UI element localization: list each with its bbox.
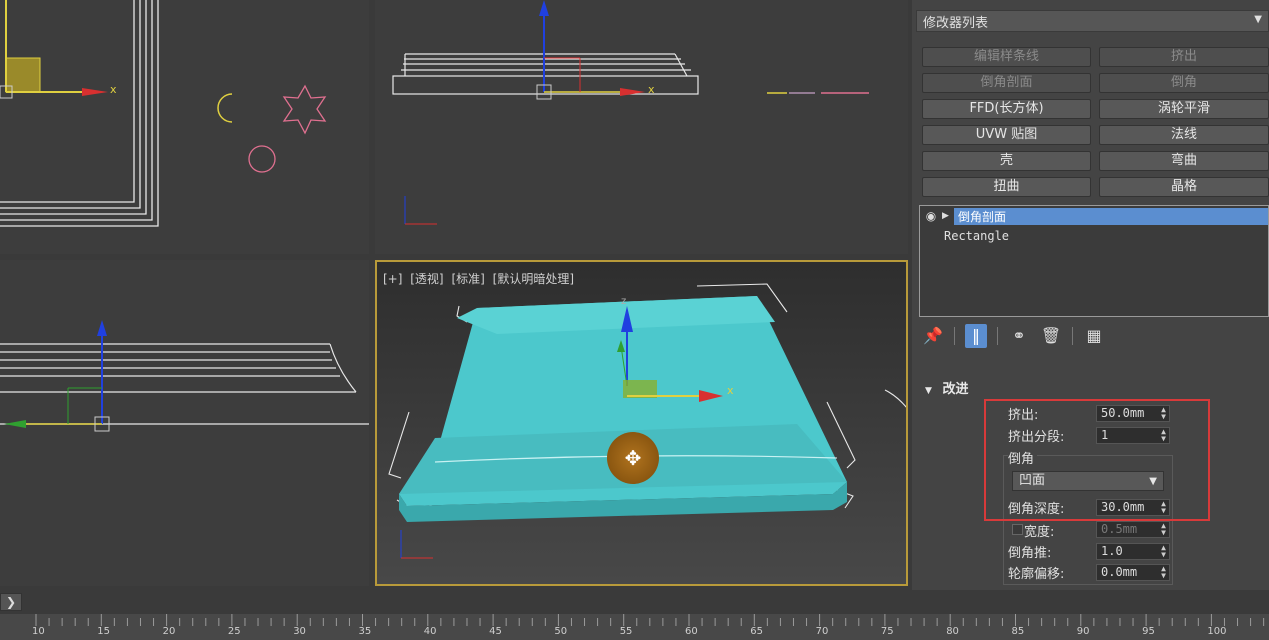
toolbar-divider: [954, 327, 955, 345]
remove-modifier-icon[interactable]: 🗑: [1040, 324, 1062, 348]
bevel-push-label: 倒角推:: [1008, 546, 1052, 561]
chevron-down-icon: ▼: [1254, 14, 1262, 25]
modifier-ffd-box-button[interactable]: FFD(长方体): [922, 99, 1091, 119]
stack-item-bevel-profile[interactable]: ◉ ▶ 倒角剖面: [920, 206, 1268, 226]
contour-offset-label: 轮廓偏移:: [1008, 567, 1065, 582]
spinner-arrows-icon[interactable]: ▲ ▼: [1161, 522, 1166, 537]
perspective-viewport-canvas: [388, 283, 906, 559]
ruler-tick-label: 85: [1011, 626, 1025, 637]
modifier-bevel-button[interactable]: 倒角: [1099, 73, 1269, 93]
ruler-ticks: [35, 614, 1265, 626]
configure-sets-icon[interactable]: ▦: [1083, 324, 1105, 348]
rollout-improve-header[interactable]: ▼ 改进: [919, 378, 1269, 398]
ruler-tick-label: 95: [1142, 626, 1155, 637]
modifier-normal-button[interactable]: 法线: [1099, 125, 1269, 145]
width-value: 0.5mm: [1101, 522, 1138, 536]
ruler-tick-label: 25: [227, 626, 241, 637]
show-end-result-icon[interactable]: ‖: [965, 324, 987, 348]
collapse-triangle-icon: ▼: [925, 386, 932, 396]
viewport-top[interactable]: x: [0, 0, 369, 254]
ruler-tick-label: 70: [815, 626, 829, 637]
modifier-bevel-profile-button[interactable]: 倒角剖面: [922, 73, 1091, 93]
rollout-title: 改进: [942, 382, 969, 397]
ruler-tick-label: 100: [1207, 626, 1227, 637]
ruler-tick-label: 10: [32, 626, 45, 637]
viewport-front[interactable]: x: [375, 0, 908, 254]
left-viewport-canvas: [0, 320, 369, 432]
axis-label-x: x: [648, 83, 655, 96]
ruler-tick-label: 90: [1076, 626, 1090, 637]
expand-triangle-icon[interactable]: ▶: [942, 211, 954, 221]
stack-toolbar: 📌 ‖ ⚭ 🗑 ▦: [922, 324, 1105, 348]
bevel-push-value: 1.0: [1101, 544, 1123, 558]
ruler-tick-label: 45: [489, 626, 502, 637]
contour-offset-spinner[interactable]: 0.0mm ▲ ▼: [1096, 564, 1170, 581]
ruler-tick-label: 20: [162, 626, 176, 637]
modifier-lattice-button[interactable]: 晶格: [1099, 177, 1269, 197]
modifier-list-dropdown[interactable]: 修改器列表 ▼: [916, 10, 1269, 32]
contour-offset-value: 0.0mm: [1101, 565, 1138, 579]
modifier-shell-button[interactable]: 壳: [922, 151, 1091, 171]
modifier-turbosmooth-button[interactable]: 涡轮平滑: [1099, 99, 1269, 119]
command-panel: 修改器列表 ▼ 编辑样条线 挤出 倒角剖面 倒角 FFD(长方体) 涡轮平滑 U…: [912, 0, 1269, 590]
viewport-label-bar: [+] [透视] [标准] [默认明暗处理]: [383, 270, 578, 287]
modifier-bend-button[interactable]: 弯曲: [1099, 151, 1269, 171]
ruler-tick-label: 65: [750, 626, 764, 637]
make-unique-icon[interactable]: ⚭: [1008, 324, 1030, 348]
modifier-list-label: 修改器列表: [923, 16, 989, 31]
ruler-tick-label: 50: [554, 626, 568, 637]
pin-stack-icon[interactable]: 📌: [922, 324, 944, 348]
stack-item-rectangle[interactable]: Rectangle: [920, 226, 1268, 246]
toolbar-divider: [1072, 327, 1073, 345]
toolbar-divider: [997, 327, 998, 345]
front-viewport-canvas: [392, 0, 869, 225]
spinner-arrows-icon[interactable]: ▲ ▼: [1161, 544, 1166, 559]
viewport-perspective[interactable]: [+] [透视] [标准] [默认明暗处理] z x ✥: [375, 260, 908, 586]
viewport-shading-menu[interactable]: [默认明暗处理]: [493, 272, 574, 286]
width-label: 宽度:: [1024, 525, 1055, 540]
modifier-stack: ◉ ▶ 倒角剖面 Rectangle: [919, 205, 1269, 317]
timeline-ruler[interactable]: 10 15 20 25 30 35 40 45 50 55 60 65 70 75 80 85 90 95 100: [0, 614, 1269, 640]
highlight-annotation-box: [984, 399, 1210, 521]
bevel-push-spinner[interactable]: 1.0 ▲ ▼: [1096, 543, 1170, 560]
viewport-standard-menu[interactable]: [标准]: [451, 272, 484, 286]
ruler-tick-label: 40: [423, 626, 437, 637]
ruler-tick-label: 80: [946, 626, 959, 637]
timeline: ❯ 10 15 20 25 30 35 40 45 50 55 60 65 70 75 80 85 90 95 10…: [0, 590, 1269, 640]
spinner-arrows-icon[interactable]: ▲ ▼: [1161, 565, 1166, 580]
ruler-tick-label: 75: [880, 626, 894, 637]
ruler-tick-label: 15: [97, 626, 111, 637]
axis-label-x: x: [727, 384, 734, 397]
viewport-left[interactable]: [0, 260, 369, 586]
viewport-plus-menu[interactable]: [+]: [383, 272, 402, 286]
width-checkbox[interactable]: [1012, 524, 1023, 535]
move-cursor-icon: ✥: [607, 432, 659, 484]
modifier-twist-button[interactable]: 扭曲: [922, 177, 1091, 197]
modifier-extrude-button[interactable]: 挤出: [1099, 47, 1269, 67]
width-spinner[interactable]: 0.5mm ▲ ▼: [1096, 521, 1170, 538]
ruler-tick-label: 55: [619, 626, 633, 637]
top-viewport-canvas: [0, 0, 327, 227]
timeline-next-icon[interactable]: ❯: [0, 593, 22, 611]
axis-label-x: x: [110, 83, 117, 96]
eye-icon[interactable]: ◉: [920, 209, 942, 223]
ruler-tick-label: 30: [293, 626, 306, 637]
modifier-uvw-map-button[interactable]: UVW 贴图: [922, 125, 1091, 145]
axis-label-z: z: [621, 296, 627, 307]
ruler-tick-label: 35: [358, 626, 372, 637]
stack-item-label: 倒角剖面: [954, 207, 1268, 225]
ruler-tick-label: 60: [685, 626, 698, 637]
viewport-pov-menu[interactable]: [透视]: [410, 272, 443, 286]
modifier-button-sets: 编辑样条线 挤出 倒角剖面 倒角 FFD(长方体) 涡轮平滑 UVW 贴图 法线…: [922, 47, 1269, 197]
modifier-edit-spline-button[interactable]: 编辑样条线: [922, 47, 1091, 67]
